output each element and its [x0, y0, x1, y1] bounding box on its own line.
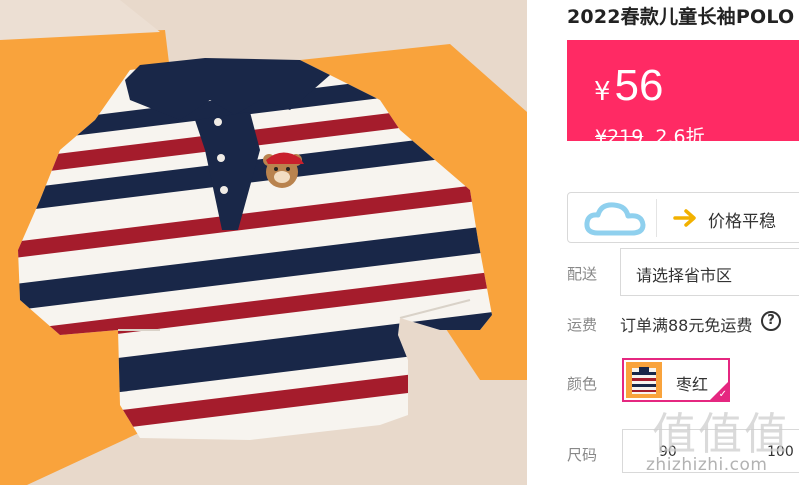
discount-rate: 2.6折 [655, 126, 705, 148]
color-thumbnail [626, 362, 662, 398]
size-option-90[interactable]: 90 [659, 444, 677, 460]
divider [656, 199, 657, 237]
current-price: ¥ 56 [594, 62, 664, 110]
polo-shirt-photo [0, 0, 527, 485]
arrow-right-icon [673, 209, 696, 227]
price-trend-box[interactable]: 价格平稳 [567, 192, 799, 243]
size-label: 尺码 [567, 446, 598, 464]
color-option-label: 枣红 [676, 375, 709, 394]
shipping-info: 订单满88元免运费 [620, 316, 753, 335]
product-title: 2022春款儿童长袖POLO [567, 6, 795, 28]
delivery-label: 配送 [567, 265, 598, 283]
size-option-100[interactable]: 100 [767, 444, 794, 460]
cloud-icon [584, 202, 646, 236]
checkmark-icon: ✓ [718, 389, 727, 400]
address-selector[interactable]: 请选择省市区 [620, 248, 799, 296]
currency-symbol: ¥ [594, 77, 611, 107]
shipping-label: 运费 [567, 316, 598, 334]
color-option-selected[interactable]: 枣红 ✓ [622, 358, 730, 402]
price-subline: ¥219 2.6折 [595, 126, 705, 148]
address-placeholder: 请选择省市区 [636, 266, 733, 285]
product-main-image[interactable] [0, 0, 527, 485]
price-panel: ¥ 56 ¥219 2.6折 [567, 40, 799, 148]
current-price-value: 56 [614, 61, 664, 110]
original-price: ¥219 [595, 126, 644, 148]
size-options[interactable]: 90 100 [622, 429, 799, 473]
help-icon[interactable]: ? [761, 311, 781, 331]
price-trend-label: 价格平稳 [708, 212, 776, 232]
color-label: 颜色 [567, 375, 598, 393]
